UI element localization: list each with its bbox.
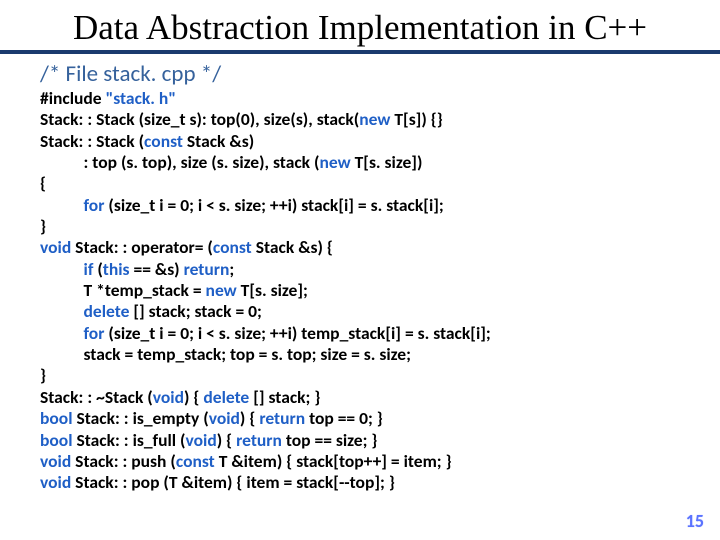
code-text: (size_t i = 0; i < s. size; ++i) temp_st… <box>108 322 490 344</box>
code-text: T &item) { stack[top++] = item; } <box>219 450 452 472</box>
code-keyword: void <box>186 429 217 451</box>
code-text: : top (s. top), size (s. size), stack ( <box>40 151 319 173</box>
code-text: T[s. size]) <box>355 151 423 173</box>
code-text <box>40 194 84 216</box>
code-text: Stack: : push ( <box>75 450 176 472</box>
code-text: Stack: : operator= ( <box>75 236 213 258</box>
code-text: ; <box>229 258 234 280</box>
code-text: [] stack; } <box>253 386 320 408</box>
code-text: T *temp_stack = <box>40 279 206 301</box>
code-keyword: void <box>40 450 75 472</box>
code-text: { <box>40 172 46 194</box>
code-text <box>40 322 84 344</box>
code-keyword: new <box>359 108 394 130</box>
code-text: == &s) <box>133 258 183 280</box>
code-keyword: delete <box>84 300 134 322</box>
code-keyword: void <box>40 471 75 493</box>
code-keyword: this <box>103 258 134 280</box>
page-number: 15 <box>686 510 704 532</box>
code-keyword: void <box>209 407 240 429</box>
code-text: } <box>40 215 46 237</box>
code-keyword: bool <box>40 407 76 429</box>
code-keyword: void <box>40 236 75 258</box>
slide-title: Data Abstraction Implementation in C++ <box>0 0 720 54</box>
code-text: ) { <box>217 429 236 451</box>
code-keyword: return <box>259 407 309 429</box>
code-text: (size_t i = 0; i < s. size; ++i) stack[i… <box>108 194 443 216</box>
code-text <box>40 300 84 322</box>
code-text: Stack &s) <box>187 130 254 152</box>
code-keyword: const <box>144 130 187 152</box>
code-text: Stack: : ~Stack ( <box>40 386 153 408</box>
code-text: Stack: : Stack ( <box>40 130 144 152</box>
code-keyword: void <box>153 386 184 408</box>
code-text: Stack: : is_full ( <box>76 429 185 451</box>
code-keyword: for <box>84 194 109 216</box>
code-text: } <box>40 364 46 386</box>
code-text <box>40 258 84 280</box>
code-keyword: new <box>319 151 354 173</box>
content-area: /* File stack. cpp */ #include "stack. h… <box>0 54 720 494</box>
code-text: Stack: : is_empty ( <box>76 407 208 429</box>
code-keyword: return <box>184 258 230 280</box>
code-text: top == size; } <box>286 429 378 451</box>
file-heading: /* File stack. cpp */ <box>40 60 680 88</box>
code-text: top == 0; } <box>309 407 383 429</box>
code-text: stack = temp_stack; top = s. top; size =… <box>40 343 411 365</box>
code-text: ) { <box>184 386 203 408</box>
code-keyword: new <box>206 279 241 301</box>
code-text: Stack: : pop (T &item) { item = stack[--… <box>75 471 395 493</box>
code-text: ) { <box>240 407 259 429</box>
code-text: Stack &s) { <box>256 236 333 258</box>
code-text: [] stack; stack = 0; <box>133 300 262 322</box>
code-keyword: bool <box>40 429 76 451</box>
code-keyword: for <box>84 322 109 344</box>
code-keyword: if <box>84 258 98 280</box>
code-string: "stack. h" <box>106 87 176 109</box>
code-block: #include "stack. h" Stack: : Stack (size… <box>40 88 680 494</box>
code-keyword: const <box>176 450 219 472</box>
code-text: T[s]) {} <box>394 108 442 130</box>
code-keyword: delete <box>203 386 253 408</box>
code-keyword: const <box>213 236 256 258</box>
code-keyword: return <box>236 429 286 451</box>
code-text: #include <box>40 87 106 109</box>
code-text: T[s. size]; <box>241 279 308 301</box>
code-text: Stack: : Stack (size_t s): top(0), size(… <box>40 108 359 130</box>
